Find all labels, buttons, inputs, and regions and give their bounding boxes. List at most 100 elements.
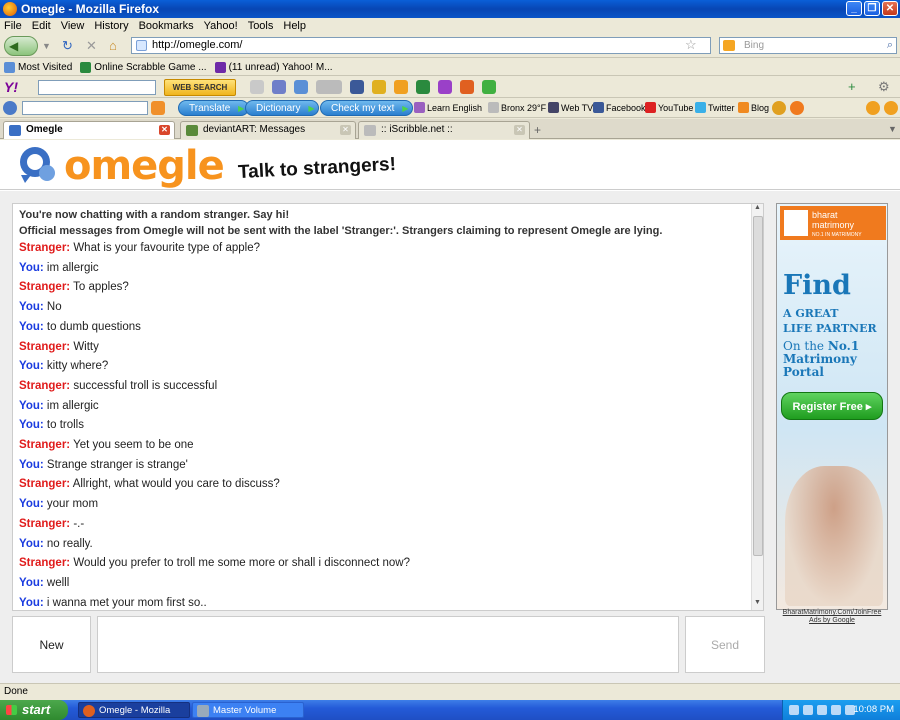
bookmark-star-icon[interactable]: ☆ (685, 37, 697, 53)
tray-icon[interactable] (817, 705, 827, 715)
bookmark-yahoo-mail[interactable]: (11 unread) Yahoo! M... (214, 61, 333, 73)
bookmark-most-visited[interactable]: Most Visited (4, 61, 72, 73)
message-text: What is your favourite type of apple? (73, 242, 260, 254)
send-button[interactable]: Send (685, 616, 765, 673)
system-message: You're now chatting with a random strang… (19, 209, 290, 221)
tab-close-icon[interactable]: ✕ (340, 125, 351, 135)
site-identity-icon[interactable] (136, 40, 147, 51)
ad-link[interactable]: BharatMatrimony.Com/JoinFree (776, 609, 888, 617)
translate-button[interactable]: Translate (178, 100, 250, 116)
menu-yahoo[interactable]: Yahoo! (204, 20, 238, 32)
close-window-button[interactable]: ✕ (882, 1, 898, 16)
stop-icon[interactable]: ✕ (86, 38, 97, 54)
scroll-up-icon[interactable]: ▲ (752, 204, 763, 215)
weather-link[interactable]: Bronx 29°F (488, 102, 546, 113)
finance-icon[interactable] (394, 80, 408, 94)
url-bar[interactable]: http://omegle.com/ (131, 37, 711, 54)
new-chat-button[interactable]: New (12, 616, 91, 673)
menu-edit[interactable]: Edit (32, 20, 51, 32)
matrimony-ad[interactable]: bharat matrimony NO.1 IN MATRIMONY Find … (776, 203, 888, 610)
play-icon[interactable] (790, 101, 804, 115)
tray-icon[interactable] (803, 705, 813, 715)
web-search-button[interactable]: WEB SEARCH (164, 79, 236, 96)
my-yahoo-icon[interactable] (438, 80, 452, 94)
chat-message: Stranger: Would you prefer to troll me s… (19, 554, 757, 574)
tab-deviantart[interactable]: deviantART: Messages ✕ (180, 121, 356, 139)
menu-help[interactable]: Help (283, 20, 306, 32)
settings-gear-icon[interactable]: ⚙ (878, 79, 890, 95)
tab-close-icon[interactable]: ✕ (514, 125, 525, 135)
menu-tools[interactable]: Tools (248, 20, 274, 32)
home-icon[interactable]: ⌂ (109, 38, 117, 53)
chat-scrollbar[interactable]: ▲ ▼ (751, 204, 763, 610)
message-text: to dumb questions (46, 320, 141, 333)
message-sender: You: (19, 537, 44, 550)
news-icon[interactable] (272, 80, 286, 94)
plus-icon[interactable] (866, 101, 880, 115)
check-my-text-button[interactable]: Check my text (320, 100, 414, 116)
yahoo-logo[interactable]: Y! (4, 79, 18, 95)
youtube-link[interactable]: YouTube (645, 102, 693, 113)
learn-english-link[interactable]: Learn English (414, 102, 482, 113)
dictionary-button[interactable]: Dictionary (245, 100, 320, 116)
web-tv-link[interactable]: Web TV (548, 102, 593, 113)
tray-icon[interactable] (789, 705, 799, 715)
tab-omegle[interactable]: Omegle ✕ (3, 121, 175, 139)
minimize-button[interactable]: _ (846, 1, 862, 16)
tagline: Talk to strangers! (237, 153, 397, 184)
chat-message: You: im allergic (19, 397, 757, 417)
games-icon[interactable] (372, 80, 386, 94)
toolbar-search-input[interactable] (22, 101, 148, 115)
blog-link[interactable]: Blog (738, 102, 769, 113)
message-text: welll (46, 576, 70, 589)
scroll-thumb[interactable] (753, 216, 763, 556)
add-icon[interactable]: + (848, 79, 856, 94)
menu-file[interactable]: File (4, 20, 22, 32)
tab-iscribble[interactable]: :: iScribble.net :: ✕ (358, 121, 530, 139)
menu-view[interactable]: View (61, 20, 85, 32)
taskbar-firefox[interactable]: Omegle - Mozilla Firefox (78, 702, 190, 718)
search-bar[interactable]: Bing ⌕ (719, 37, 897, 54)
yahoo-toolbar: Y! WEB SEARCH + ⚙ (0, 77, 900, 98)
chat-message: You: to dumb questions (19, 318, 757, 338)
weather-icon[interactable] (316, 80, 342, 94)
envelope-icon[interactable] (294, 80, 308, 94)
arrow-icon[interactable] (884, 101, 898, 115)
scroll-down-icon[interactable]: ▼ (752, 599, 763, 610)
ads-by-google-link[interactable]: Ads by Google (776, 617, 888, 625)
register-free-button[interactable]: Register Free ▸ (781, 392, 883, 420)
omegle-header: omegle Talk to strangers! (0, 140, 900, 190)
toolbar-search-icon[interactable] (151, 101, 165, 115)
twitter-link[interactable]: Twitter (695, 102, 735, 113)
tab-close-icon[interactable]: ✕ (159, 125, 170, 135)
messenger-icon[interactable] (460, 80, 474, 94)
bookmark-scrabble[interactable]: Online Scrabble Game ... (80, 61, 207, 73)
yahoo-search-input[interactable] (38, 80, 156, 95)
bing-icon[interactable] (723, 40, 735, 51)
iscribble-favicon (364, 125, 376, 136)
history-dropdown-icon[interactable]: ▼ (42, 41, 51, 51)
message-text: i wanna met your mom first so.. (46, 596, 207, 609)
taskbar-master-volume[interactable]: Master Volume (192, 702, 304, 718)
back-button[interactable] (4, 36, 38, 56)
widgets-icon[interactable] (482, 80, 496, 94)
mail-icon[interactable] (250, 80, 264, 94)
chat-message: Stranger: -.- (19, 515, 757, 535)
menu-history[interactable]: History (94, 20, 128, 32)
tab-list-icon[interactable]: ▼ (888, 124, 897, 134)
omegle-logo-text[interactable]: omegle (64, 143, 225, 189)
menu-bookmarks[interactable]: Bookmarks (139, 20, 194, 32)
reload-icon[interactable]: ↻ (62, 38, 73, 54)
new-tab-icon[interactable]: + (534, 123, 541, 137)
toolbar-logo-icon[interactable] (3, 101, 17, 115)
start-button[interactable]: start (0, 700, 68, 720)
facebook-link[interactable]: Facebook (593, 102, 646, 113)
ad-brand: bharat matrimony NO.1 IN MATRIMONY (780, 206, 886, 240)
restore-button[interactable]: ❐ (864, 1, 880, 16)
sports-icon[interactable] (416, 80, 430, 94)
message-input[interactable] (97, 616, 679, 673)
facebook-icon[interactable] (350, 80, 364, 94)
music-icon[interactable] (772, 101, 786, 115)
tray-icon[interactable] (831, 705, 841, 715)
search-icon[interactable]: ⌕ (887, 38, 893, 53)
